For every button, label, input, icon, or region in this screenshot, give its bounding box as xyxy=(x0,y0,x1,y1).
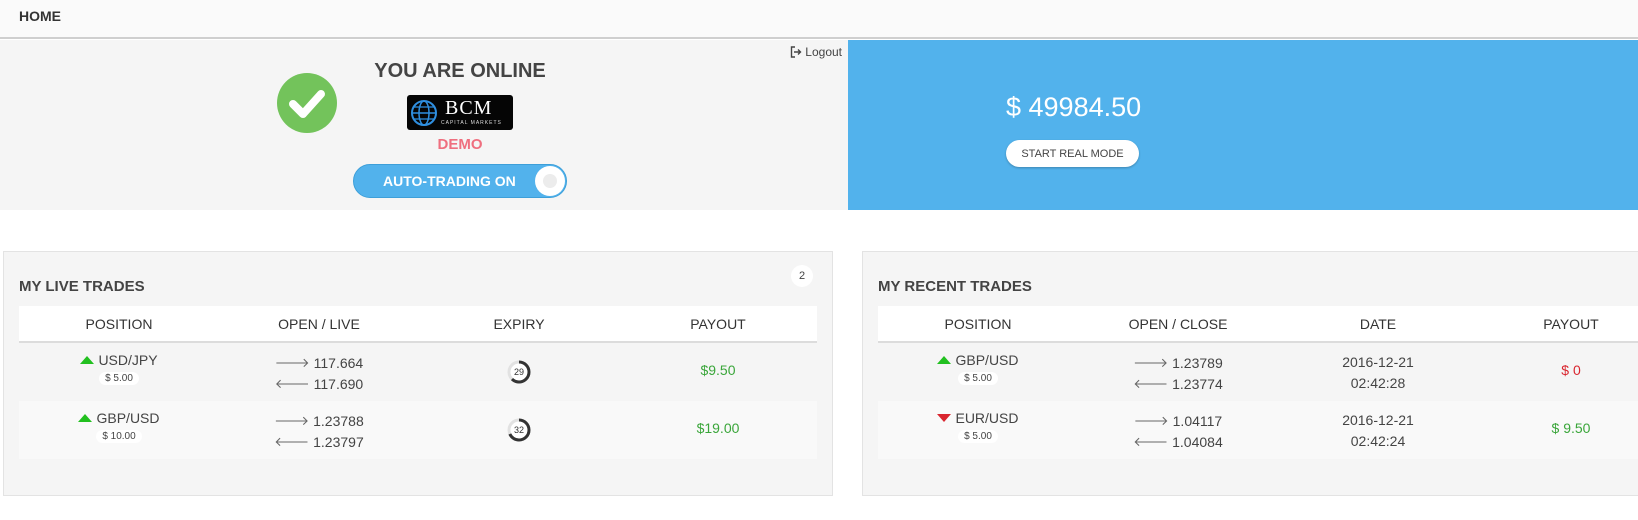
open-rate: 1.23788 xyxy=(313,412,364,429)
globe-icon xyxy=(411,100,437,126)
payout-value: $ 9.50 xyxy=(1551,420,1591,436)
arrow-left-icon: 🡐 xyxy=(274,375,310,391)
payout-value: $19.00 xyxy=(696,420,740,436)
column-header: PAYOUT xyxy=(690,316,746,332)
trade-amount: $ 5.00 xyxy=(958,372,998,385)
status-panel: Logout YOU ARE ONLINE BCM CAPITAL MARKET… xyxy=(0,40,848,210)
toggle-knob[interactable] xyxy=(535,166,565,196)
top-bar: HOME xyxy=(0,0,1638,39)
expiry-cell: 29 xyxy=(419,343,619,401)
trade-amount: $ 10.00 xyxy=(96,430,142,443)
position-cell: USD/JPY $ 5.00 xyxy=(19,343,219,401)
live-rate: 117.690 xyxy=(313,375,364,392)
column-header: OPEN / LIVE xyxy=(278,316,360,332)
column-header: POSITION xyxy=(85,316,153,332)
logout-icon xyxy=(791,46,802,58)
start-real-mode-button[interactable]: START REAL MODE xyxy=(1006,140,1139,167)
recent-trades-header-row: POSITION OPEN / CLOSE DATE PAYOUT xyxy=(878,306,1638,343)
payout-cell: $ 9.50 xyxy=(1478,401,1638,459)
live-trades-panel: MY LIVE TRADES 2 POSITION OPEN / LIVE EX… xyxy=(3,251,833,496)
recent-trades-title: MY RECENT TRADES xyxy=(878,278,1032,295)
table-row: EUR/USD $ 5.00 🡒 1.04117 🡐 1.04084 2016-12… xyxy=(878,401,1638,459)
logo-subtitle: CAPITAL MARKETS xyxy=(441,120,502,126)
table-row: USD/JPY $ 5.00 🡒 117.664 🡐 117.690 29 $9.5… xyxy=(19,343,817,401)
payout-value: $9.50 xyxy=(700,362,736,378)
online-status-title: YOU ARE ONLINE xyxy=(374,60,546,82)
expiry-seconds: 32 xyxy=(513,425,524,435)
home-nav-link[interactable]: HOME xyxy=(19,8,61,24)
arrow-left-icon: 🡐 xyxy=(274,433,310,449)
open-rate: 117.664 xyxy=(313,354,364,371)
expiry-seconds: 29 xyxy=(513,367,524,377)
position-cell: EUR/USD $ 5.00 xyxy=(878,401,1078,459)
column-header: DATE xyxy=(1359,316,1397,332)
logout-link[interactable]: Logout xyxy=(790,45,842,59)
account-balance: $ 49984.50 xyxy=(1006,92,1142,122)
trade-amount: $ 5.00 xyxy=(99,372,139,385)
recent-trades-panel: MY RECENT TRADES POSITION OPEN / CLOSE D… xyxy=(862,251,1638,496)
table-row: GBP/USD $ 10.00 🡒 1.23788 🡐 1.23797 32 $19… xyxy=(19,401,817,459)
broker-logo: BCM CAPITAL MARKETS xyxy=(407,95,513,130)
live-rate: 1.23797 xyxy=(313,433,364,450)
open-rate: 1.23789 xyxy=(1172,354,1223,371)
arrow-up-icon xyxy=(937,356,952,364)
logout-label: Logout xyxy=(805,45,842,59)
currency-pair: GBP/USD xyxy=(955,352,1019,368)
expiry-cell: 32 xyxy=(419,401,619,459)
column-header: PAYOUT xyxy=(1543,316,1599,332)
trade-date: 2016-12-21 xyxy=(1342,354,1414,370)
expiry-timer: 29 xyxy=(506,359,532,385)
trade-date: 2016-12-21 xyxy=(1342,412,1414,428)
arrow-up-icon xyxy=(80,356,95,364)
arrow-left-icon: 🡐 xyxy=(1133,375,1169,391)
balance-panel: $ 49984.50 START REAL MODE xyxy=(848,40,1638,210)
open-rate: 1.04117 xyxy=(1172,412,1223,429)
currency-pair: GBP/USD xyxy=(96,410,160,426)
open-live-cell: 🡒 1.23788 🡐 1.23797 xyxy=(219,401,419,459)
arrow-right-icon: 🡒 xyxy=(1133,412,1169,428)
currency-pair: EUR/USD xyxy=(955,410,1019,426)
payout-cell: $ 0 xyxy=(1478,343,1638,401)
column-header: OPEN / CLOSE xyxy=(1128,316,1228,332)
column-header: EXPIRY xyxy=(493,316,545,332)
open-close-cell: 🡒 1.23789 🡐 1.23774 xyxy=(1078,343,1278,401)
date-cell: 2016-12-21 02:42:24 xyxy=(1278,401,1478,459)
online-check-icon xyxy=(277,73,337,133)
live-trades-count-badge: 2 xyxy=(791,265,813,287)
open-close-cell: 🡒 1.04117 🡐 1.04084 xyxy=(1078,401,1278,459)
position-cell: GBP/USD $ 10.00 xyxy=(19,401,219,459)
logo-name: BCM xyxy=(445,97,493,119)
date-cell: 2016-12-21 02:42:28 xyxy=(1278,343,1478,401)
arrow-left-icon: 🡐 xyxy=(1133,433,1169,449)
payout-value: $ 0 xyxy=(1561,362,1581,378)
close-rate: 1.23774 xyxy=(1172,375,1223,392)
live-trades-title: MY LIVE TRADES xyxy=(19,278,145,295)
payout-cell: $19.00 xyxy=(619,401,817,459)
auto-trading-toggle[interactable]: AUTO-TRADING ON xyxy=(353,164,567,198)
trade-time: 02:42:28 xyxy=(1350,375,1406,391)
live-trades-header-row: POSITION OPEN / LIVE EXPIRY PAYOUT xyxy=(19,306,817,343)
arrow-right-icon: 🡒 xyxy=(274,354,310,370)
open-live-cell: 🡒 117.664 🡐 117.690 xyxy=(219,343,419,401)
currency-pair: USD/JPY xyxy=(98,352,158,368)
trade-time: 02:42:24 xyxy=(1350,433,1406,449)
arrow-down-icon xyxy=(937,414,952,422)
expiry-timer: 32 xyxy=(506,417,532,443)
position-cell: GBP/USD $ 5.00 xyxy=(878,343,1078,401)
auto-trading-label: AUTO-TRADING ON xyxy=(383,173,516,189)
arrow-right-icon: 🡒 xyxy=(274,412,310,428)
payout-cell: $9.50 xyxy=(619,343,817,401)
table-row: GBP/USD $ 5.00 🡒 1.23789 🡐 1.23774 2016-12… xyxy=(878,343,1638,401)
close-rate: 1.04084 xyxy=(1172,433,1223,450)
account-mode-label: DEMO xyxy=(437,136,483,153)
arrow-right-icon: 🡒 xyxy=(1133,354,1169,370)
trade-amount: $ 5.00 xyxy=(958,430,998,443)
column-header: POSITION xyxy=(944,316,1012,332)
arrow-up-icon xyxy=(78,414,93,422)
